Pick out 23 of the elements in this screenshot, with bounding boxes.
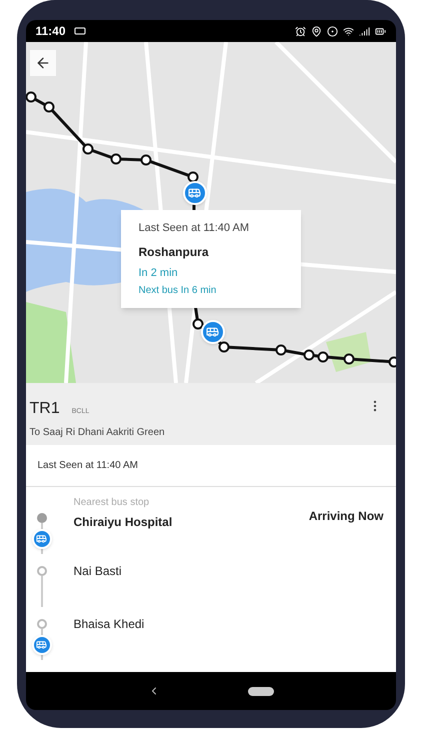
popup-eta: In 2 min xyxy=(138,266,179,280)
battery-icon xyxy=(374,26,386,36)
popup-stop-name: Roshanpura xyxy=(138,244,210,260)
bus-marker-icon xyxy=(182,181,206,205)
route-number: TR1 xyxy=(30,399,60,419)
last-seen-text: Last Seen at 11:40 AM xyxy=(38,459,138,473)
popup-next-bus: Next bus In 6 min xyxy=(138,284,218,298)
bus-marker-icon xyxy=(32,528,52,548)
bus-marker-icon xyxy=(32,634,52,654)
home-pill-icon[interactable] xyxy=(248,686,274,696)
location-icon xyxy=(310,26,322,36)
stop-name: Bhaisa Khedi xyxy=(74,616,146,633)
stop-name: Chiraiyu Hospital xyxy=(74,514,174,531)
status-time: 11:40 xyxy=(36,23,66,40)
wifi-icon xyxy=(342,26,354,36)
back-button[interactable] xyxy=(30,50,56,76)
nearest-stop-label: Nearest bus stop xyxy=(74,497,150,509)
stop-name: Nai Basti xyxy=(74,563,123,580)
bus-marker-icon xyxy=(200,320,224,344)
alarm-icon xyxy=(294,26,306,36)
arrival-status: Arriving Now xyxy=(308,508,384,525)
route-destination: To Saaj Ri Dhani Aakriti Green xyxy=(30,426,165,440)
popup-last-seen: Last Seen at 11:40 AM xyxy=(138,221,250,236)
